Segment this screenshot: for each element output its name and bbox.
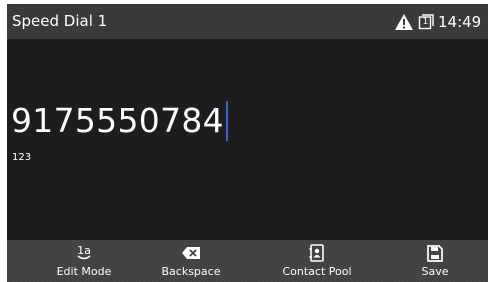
backspace-button[interactable]: Backspace — [136, 240, 246, 282]
screen-title: Speed Dial 1 — [12, 12, 108, 30]
softkey-bar: 1a Edit Mode Backspace Contact Pool Save — [7, 240, 488, 282]
backspace-icon — [136, 244, 246, 262]
number-input[interactable]: 9175550784 — [11, 100, 228, 142]
clock: 14:49 — [438, 12, 482, 31]
save-button[interactable]: Save — [380, 240, 488, 282]
save-label: Save — [421, 265, 449, 278]
edit-mode-icon: 1a — [29, 244, 139, 262]
phone-lines-count: 1 — [422, 17, 429, 27]
edit-mode-button[interactable]: 1a Edit Mode — [29, 240, 139, 282]
backspace-label: Backspace — [161, 265, 221, 278]
warning-triangle-icon[interactable] — [394, 13, 414, 31]
status-indicators: 1 14:49 — [394, 4, 481, 39]
phone-screen: Speed Dial 1 1 14:49 9175550784 123 1a E… — [7, 4, 488, 282]
edit-mode-icon-text: 1a — [77, 244, 91, 257]
save-icon — [380, 244, 488, 262]
phone-lines-icon: 1 — [418, 13, 435, 30]
status-bar: Speed Dial 1 1 14:49 — [7, 4, 488, 39]
contact-book-icon — [262, 244, 372, 262]
dial-number[interactable]: 9175550784 — [11, 100, 224, 142]
contact-pool-label: Contact Pool — [282, 265, 352, 278]
text-cursor — [225, 101, 228, 141]
input-mode-indicator: 123 — [12, 152, 32, 163]
contact-pool-button[interactable]: Contact Pool — [262, 240, 372, 282]
edit-mode-label: Edit Mode — [56, 265, 112, 278]
